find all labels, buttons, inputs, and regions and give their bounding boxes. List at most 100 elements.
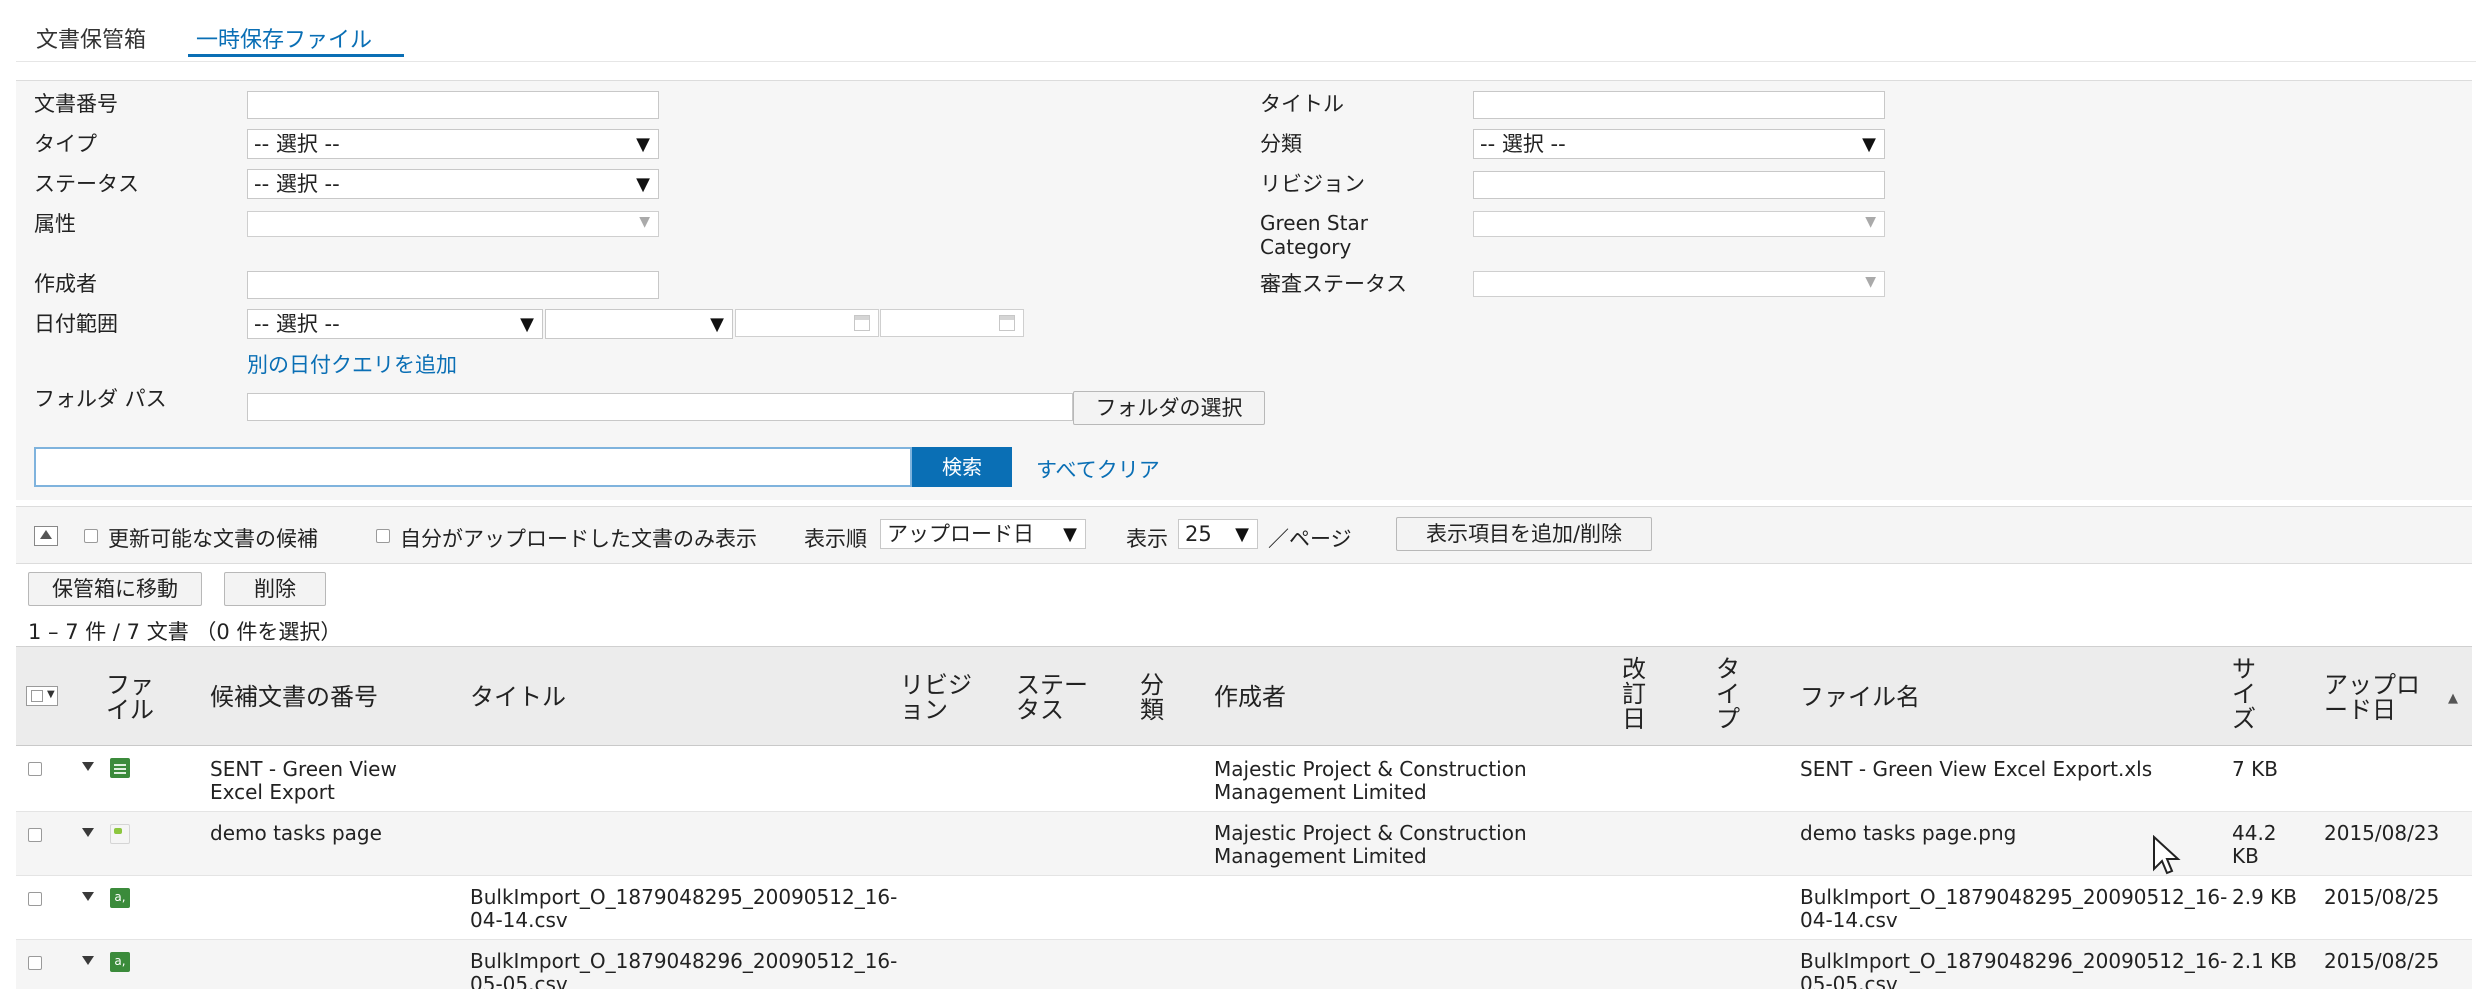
row-menu-chevron-icon[interactable]: [82, 762, 94, 771]
sort-select[interactable]: アップロード日 ▼: [880, 519, 1086, 549]
header-status[interactable]: ステー タス: [1016, 673, 1088, 723]
header-size[interactable]: サ イ ズ: [2232, 657, 2256, 732]
header-upload-date[interactable]: アップロ ード日: [2324, 673, 2420, 723]
header-filename[interactable]: ファイル名: [1800, 685, 1920, 710]
row-checkbox[interactable]: [28, 892, 42, 906]
green-star-category-multiselect[interactable]: ▼: [1473, 211, 1885, 237]
cell-filename[interactable]: demo tasks page.png: [1800, 822, 2016, 845]
row-menu-chevron-icon[interactable]: [82, 892, 94, 901]
row-checkbox[interactable]: [28, 762, 42, 776]
header-author[interactable]: 作成者: [1214, 685, 1286, 710]
row-checkbox[interactable]: [28, 956, 42, 970]
move-to-register-button[interactable]: 保管箱に移動: [28, 572, 202, 606]
cell-candidate-number[interactable]: demo tasks page: [210, 822, 382, 845]
header-category-line2: 類: [1140, 696, 1164, 724]
cell-title[interactable]: BulkImport_O_1879048295_20090512_16- 04-…: [470, 886, 897, 932]
dropdown-arrow-icon: ▼: [636, 134, 650, 155]
cell-text-line2: 05-05.csv: [1800, 972, 1898, 989]
select-folder-button[interactable]: フォルダの選択: [1073, 391, 1265, 425]
header-revision-line2: ョン: [900, 696, 948, 724]
cell-filename[interactable]: BulkImport_O_1879048295_20090512_16- 04-…: [1800, 886, 2227, 932]
date-range-select[interactable]: -- 選択 -- ▼: [247, 309, 543, 339]
title-input[interactable]: [1473, 91, 1885, 119]
header-revision-line1: リビジ: [900, 671, 972, 699]
header-candidate-number[interactable]: 候補文書の番号: [210, 685, 378, 710]
review-status-label: 審査ステータス: [1260, 272, 1407, 296]
keyword-search-input[interactable]: [34, 447, 912, 487]
delete-button[interactable]: 削除: [224, 572, 326, 606]
table-row[interactable]: demo tasks page Majestic Project & Const…: [16, 812, 2472, 876]
row-checkbox[interactable]: [28, 828, 42, 842]
status-select[interactable]: -- 選択 -- ▼: [247, 169, 659, 199]
header-category[interactable]: 分 類: [1140, 673, 1164, 723]
cell-candidate-number[interactable]: SENT - Green View Excel Export: [210, 758, 397, 804]
calendar-icon[interactable]: [999, 315, 1015, 331]
author-input[interactable]: [247, 271, 659, 299]
attribute-label: 属性: [34, 212, 76, 236]
cell-text-line2: Excel Export: [210, 780, 335, 804]
green-star-label-line1: Green Star: [1260, 211, 1368, 235]
cell-text-line1: Majestic Project & Construction: [1214, 821, 1527, 845]
spreadsheet-icon: [110, 758, 130, 778]
folder-path-input[interactable]: [247, 393, 1073, 421]
add-date-query-link[interactable]: 別の日付クエリを追加: [247, 349, 457, 379]
header-type-line1: タ: [1716, 655, 1740, 683]
cell-text-line1: SENT - Green View: [210, 757, 397, 781]
table-row[interactable]: a, BulkImport_O_1879048296_20090512_16- …: [16, 940, 2472, 989]
cell-upload-date: 2015/08/25: [2324, 885, 2440, 909]
page-size-select[interactable]: 25 ▼: [1178, 519, 1258, 549]
tab-bar: 文書保管箱 一時保存ファイル: [16, 0, 2476, 62]
date-to-input[interactable]: [880, 309, 1024, 337]
row-menu-chevron-icon[interactable]: [82, 828, 94, 837]
active-tab-indicator: [188, 54, 404, 57]
type-label: タイプ: [34, 132, 97, 156]
green-star-label-line2: Category: [1260, 235, 1352, 259]
search-button[interactable]: 検索: [912, 447, 1012, 487]
header-file-line2: イル: [106, 696, 154, 724]
dropdown-arrow-icon: ▼: [636, 174, 650, 195]
csv-icon: a,: [110, 888, 130, 908]
table-row[interactable]: SENT - Green View Excel Export Majestic …: [16, 746, 2472, 812]
only-mine-label: 自分がアップロードした文書のみ表示: [400, 527, 757, 551]
image-icon: [110, 824, 130, 844]
review-status-multiselect[interactable]: ▼: [1473, 271, 1885, 297]
cell-text-line2: Management Limited: [1214, 844, 1427, 868]
add-remove-columns-button[interactable]: 表示項目を追加/削除: [1396, 517, 1652, 551]
header-type[interactable]: タ イ プ: [1716, 657, 1740, 732]
sort-ascending-icon[interactable]: ▲: [2448, 691, 2458, 706]
calendar-icon[interactable]: [854, 315, 870, 331]
date-field-select[interactable]: ▼: [545, 309, 733, 339]
header-revised-line2: 訂: [1622, 680, 1646, 708]
chevron-down-icon: ▼: [639, 214, 650, 230]
cell-filename[interactable]: SENT - Green View Excel Export.xls: [1800, 758, 2152, 781]
checkbox-icon: [31, 690, 43, 702]
row-menu-chevron-icon[interactable]: [82, 956, 94, 965]
header-revised-date[interactable]: 改 訂 日: [1622, 657, 1646, 732]
category-label: 分類: [1260, 132, 1302, 156]
attribute-multiselect[interactable]: ▼: [247, 211, 659, 237]
tab-temporary-files[interactable]: 一時保存ファイル: [196, 22, 372, 54]
green-star-category-label: Green Star Category: [1260, 211, 1368, 259]
doc-number-input[interactable]: [247, 91, 659, 119]
header-revision[interactable]: リビジ ョン: [900, 673, 972, 723]
cell-title[interactable]: BulkImport_O_1879048296_20090512_16- 05-…: [470, 950, 897, 989]
cell-text-line2: 04-14.csv: [1800, 908, 1898, 932]
dropdown-arrow-icon: ▼: [1235, 524, 1249, 545]
tab-document-register[interactable]: 文書保管箱: [36, 22, 146, 54]
collapse-panel-button[interactable]: [34, 526, 58, 546]
updatable-candidates-checkbox[interactable]: [84, 529, 98, 543]
select-all-checkbox[interactable]: ▼: [26, 686, 58, 706]
type-select[interactable]: -- 選択 -- ▼: [247, 129, 659, 159]
date-from-input[interactable]: [735, 309, 879, 337]
header-title[interactable]: タイトル: [470, 685, 566, 710]
category-select[interactable]: -- 選択 -- ▼: [1473, 129, 1885, 159]
clear-all-link[interactable]: すべてクリア: [1036, 454, 1160, 484]
cell-filename[interactable]: BulkImport_O_1879048296_20090512_16- 05-…: [1800, 950, 2227, 989]
only-mine-checkbox[interactable]: [376, 529, 390, 543]
table-row[interactable]: a, BulkImport_O_1879048295_20090512_16- …: [16, 876, 2472, 940]
revision-input[interactable]: [1473, 171, 1885, 199]
header-revised-line3: 日: [1622, 705, 1646, 733]
header-file[interactable]: ファ イル: [106, 673, 154, 723]
date-range-select-value: -- 選択 --: [254, 312, 340, 336]
title-label: タイトル: [1260, 92, 1344, 116]
